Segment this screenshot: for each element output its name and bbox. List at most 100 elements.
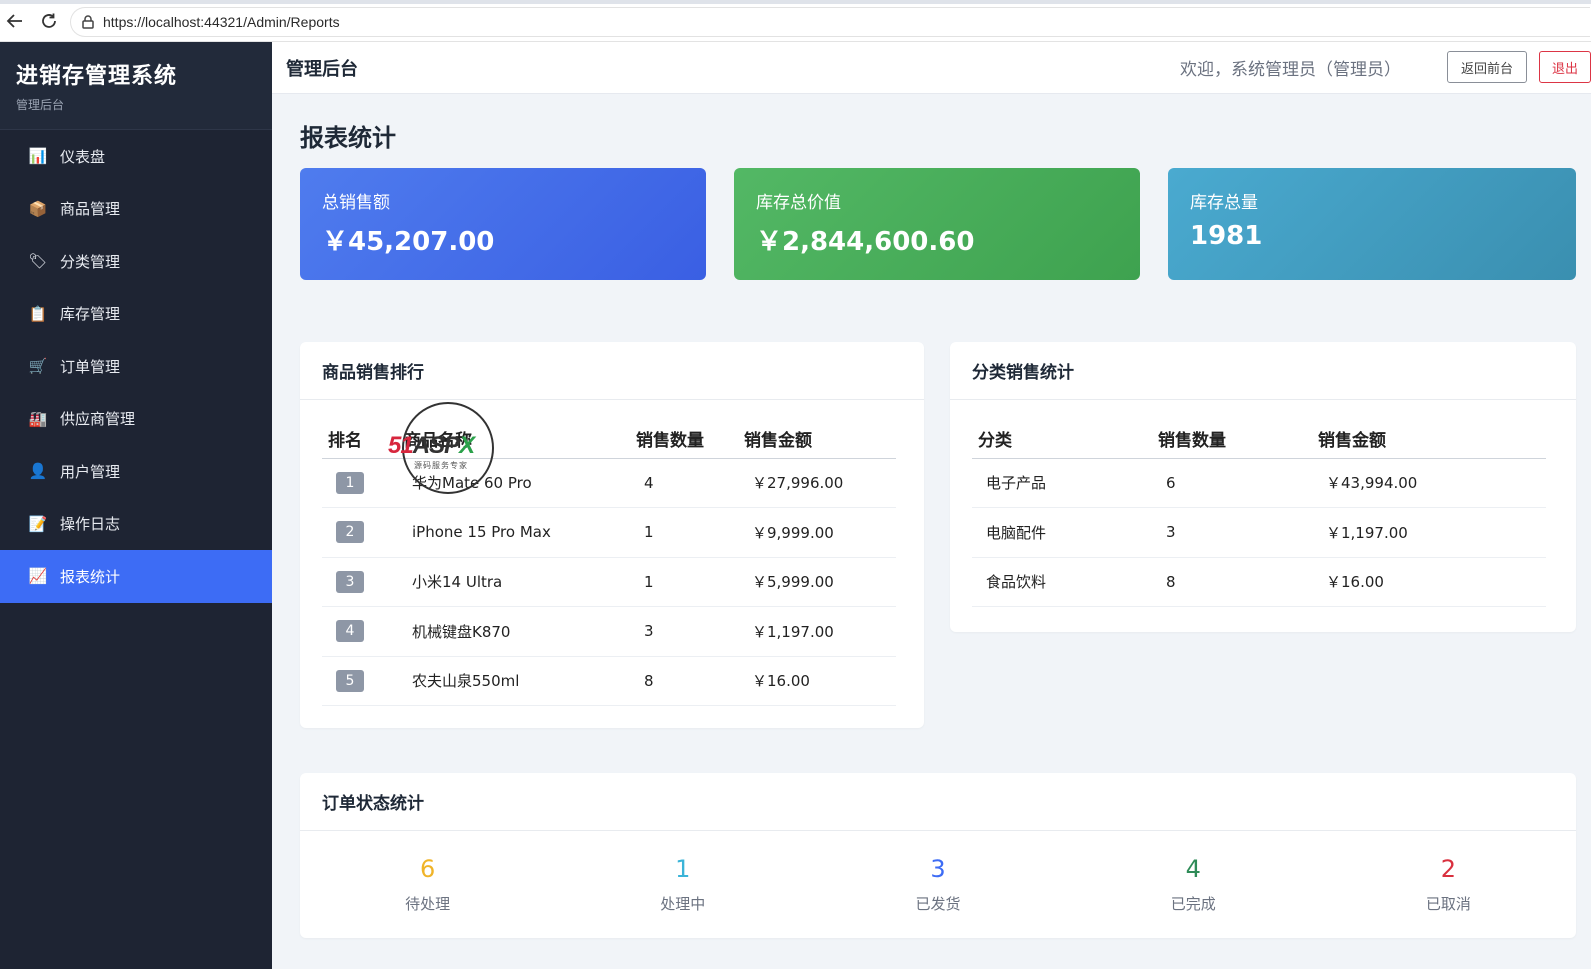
stat-card-inventory-quantity: 库存总量 1981 [1168,168,1576,280]
sidebar-item[interactable]: 🏭 供应商管理 [0,393,272,446]
order-status-label: 待处理 [405,895,451,913]
menu-icon: 🛒 [28,357,48,376]
menu-icon: 🏷 [28,252,48,271]
url-text[interactable]: https://localhost:44321/Admin/Reports [103,14,340,30]
table-cell: 电脑配件 [972,507,1152,558]
sidebar-item-label: 操作日志 [60,515,121,534]
table-header-row: 分类 销售数量 销售金额 [972,420,1546,459]
table-cell: ￥16.00 [738,656,896,706]
table-cell: 8 [1152,557,1312,607]
order-status-count: 6 [419,855,436,883]
sidebar-item[interactable]: 📋 库存管理 [0,288,272,341]
watermark-logo: 51ASPX [388,432,475,459]
panel-title: 订单状态统计 [300,773,1576,831]
table-row: 1 华为Mate 60 Pro 4 ￥27,996.00 [322,458,896,508]
address-bar[interactable]: https://localhost:44321/Admin/Reports [70,7,1590,37]
sidebar-item[interactable]: 🏷 分类管理 [0,235,272,288]
sidebar-item[interactable]: 🛒 订单管理 [0,340,272,393]
product-sales-ranking-panel: 商品销售排行 排名 商品名称 销售数量 销售金额 1 华为Mate 60 Pro 4… [300,342,924,728]
category-table: 分类 销售数量 销售金额 电子产品 6 ￥43,994.00 电脑配件 3 ￥1,197.… [972,420,1546,607]
sidebar-item-label: 商品管理 [60,200,121,219]
rank-cell: 4 [322,606,398,657]
sidebar-item[interactable]: 👤 用户管理 [0,445,272,498]
table-row: 电脑配件 3 ￥1,197.00 [972,507,1546,558]
sidebar-item-label: 分类管理 [60,252,121,271]
sidebar-item[interactable]: 📝 操作日志 [0,498,272,551]
page-title: 报表统计 [300,124,396,152]
order-status-item: 4 已完成 [1066,831,1321,938]
rank-badge: 4 [336,620,364,643]
table-cell: ￥5,999.00 [738,557,896,607]
stat-card-inventory-value: 库存总价值 ￥2,844,600.60 [734,168,1140,280]
lock-icon[interactable] [81,15,95,29]
table-row: 食品饮料 8 ￥16.00 [972,557,1546,607]
rank-cell: 1 [322,458,398,508]
table-cell: 8 [630,656,738,706]
table-row: 2 iPhone 15 Pro Max 1 ￥9,999.00 [322,507,896,558]
sidebar-item-label: 用户管理 [60,462,121,481]
menu-icon: 🏭 [28,409,48,428]
top-header: 管理后台 欢迎，系统管理员（管理员） 返回前台 退出 [272,42,1591,94]
rank-badge: 5 [336,669,364,692]
rank-badge: 3 [336,570,364,593]
sidebar-item-label: 库存管理 [60,305,121,324]
sidebar-item[interactable]: 📊 仪表盘 [0,130,272,183]
table-cell: 6 [1152,458,1312,508]
order-status-item: 6 待处理 [300,831,555,938]
sidebar-item[interactable]: 📈 报表统计 [0,550,272,603]
menu-icon: 📦 [28,199,48,218]
stat-label: 总销售额 [322,193,390,213]
brand-title: 进销存管理系统 [16,64,178,89]
reload-icon[interactable] [38,10,60,32]
column-header: 分类 [972,420,1152,459]
order-status-item: 2 已取消 [1321,831,1576,938]
sidebar-menu: 📊 仪表盘 📦 商品管理 🏷 分类管理 📋 库存管理 🛒 订单管理 🏭 供应商管理 👤 用户管理 📝 操作日志… [0,130,272,603]
column-header: 排名 [322,420,398,459]
table-cell: ￥43,994.00 [1312,458,1546,508]
back-arrow-icon[interactable] [4,10,26,32]
table-row: 4 机械键盘K870 3 ￥1,197.00 [322,606,896,657]
table-row: 3 小米14 Ultra 1 ￥5,999.00 [322,557,896,607]
sidebar-item[interactable]: 📦 商品管理 [0,183,272,236]
order-status-panel: 订单状态统计 6 待处理 1 处理中 3 已发货 4 已完成 2 已取消 [300,773,1576,938]
rank-cell: 5 [322,656,398,706]
watermark-subtext: 源码服务专家 [414,461,468,470]
ranking-table: 排名 商品名称 销售数量 销售金额 1 华为Mate 60 Pro 4 ￥27,996… [322,420,896,706]
sidebar-item-label: 订单管理 [60,357,121,376]
brand-subtitle: 管理后台 [16,98,65,112]
order-status-grid: 6 待处理 1 处理中 3 已发货 4 已完成 2 已取消 [300,831,1576,938]
sidebar: 进销存管理系统 管理后台 📊 仪表盘 📦 商品管理 🏷 分类管理 📋 库存管理 🛒 订单管理 🏭 供应… [0,42,272,969]
menu-icon: 📝 [28,514,48,533]
order-status-count: 4 [1185,855,1201,883]
column-header: 销售金额 [1312,420,1546,459]
order-status-label: 已取消 [1425,895,1471,913]
table-cell: ￥1,197.00 [1312,507,1546,558]
rank-cell: 2 [322,507,398,558]
order-status-item: 3 已发货 [810,831,1065,938]
order-status-count: 3 [930,855,946,883]
back-to-front-button[interactable]: 返回前台 [1447,51,1527,83]
rank-cell: 3 [322,557,398,607]
menu-icon: 👤 [28,462,48,481]
table-cell: ￥16.00 [1312,557,1546,607]
stat-label: 库存总价值 [756,193,841,213]
stat-value: ￥45,207.00 [322,227,495,257]
table-cell: 机械键盘K870 [398,606,630,657]
browser-toolbar: https://localhost:44321/Admin/Reports [0,0,1591,42]
sidebar-item-label: 供应商管理 [60,410,136,429]
stat-label: 库存总量 [1190,193,1258,213]
brand: 进销存管理系统 管理后台 [0,42,272,130]
stat-value: ￥2,844,600.60 [756,227,975,257]
column-header: 销售数量 [1152,420,1312,459]
table-cell: ￥1,197.00 [738,606,896,657]
table-cell: 食品饮料 [972,557,1152,607]
column-header: 销售数量 [630,420,738,459]
menu-icon: 📈 [28,567,48,586]
order-status-item: 1 处理中 [555,831,810,938]
sidebar-item-label: 仪表盘 [60,147,106,166]
table-cell: 3 [630,606,738,657]
table-cell: ￥27,996.00 [738,458,896,508]
table-cell: 1 [630,507,738,558]
rank-badge: 1 [336,471,364,494]
logout-button[interactable]: 退出 [1539,51,1591,83]
